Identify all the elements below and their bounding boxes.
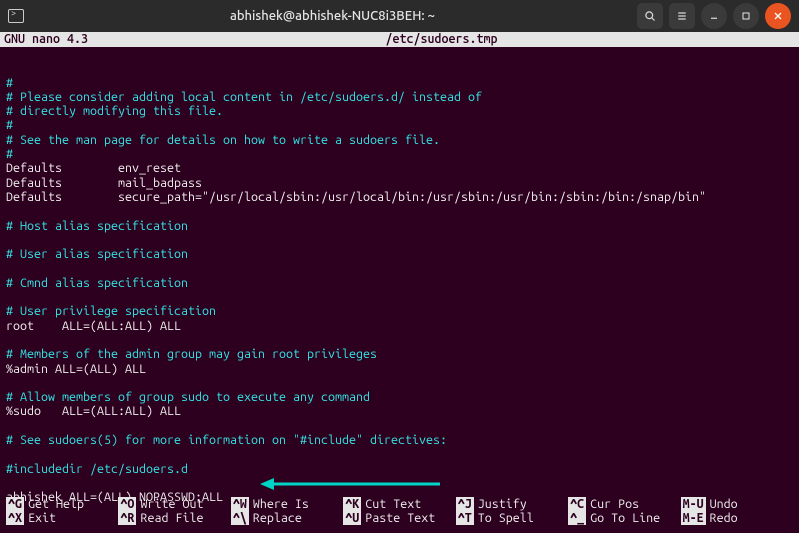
shortcut-key: ^C: [568, 497, 586, 511]
editor-line: #: [6, 147, 793, 161]
shortcut-label: Paste Text: [365, 511, 435, 525]
shortcut-item: M-E Redo: [681, 511, 793, 525]
shortcut-key: ^_: [568, 511, 586, 525]
editor-line: [6, 333, 793, 347]
editor-line: [6, 204, 793, 218]
shortcut-label: Go To Line: [590, 511, 660, 525]
shortcut-key: ^G: [6, 497, 24, 511]
editor-line: #: [6, 76, 793, 90]
editor-line: %admin ALL=(ALL) ALL: [6, 362, 793, 376]
menu-button[interactable]: [669, 3, 695, 29]
minimize-button[interactable]: [701, 3, 727, 29]
shortcut-key: ^X: [6, 511, 24, 525]
editor-line: Defaults secure_path="/usr/local/sbin:/u…: [6, 190, 793, 204]
shortcut-label: Read File: [140, 511, 203, 525]
shortcut-label: Replace: [253, 511, 302, 525]
nano-shortcut-bar: ^G Get Help ^O Write Out ^W Where Is ^K Cut Tex…: [0, 497, 799, 525]
shortcut-key: ^K: [343, 497, 361, 511]
shortcut-label: To Spell: [478, 511, 534, 525]
shortcut-item: ^X Exit: [6, 511, 118, 525]
shortcut-item: ^G Get Help: [6, 497, 118, 511]
editor-line: [6, 233, 793, 247]
editor-line: # Members of the admin group may gain ro…: [6, 347, 793, 361]
shortcut-key: ^T: [456, 511, 474, 525]
editor-line: # Please consider adding local content i…: [6, 90, 793, 104]
shortcut-key: ^U: [343, 511, 361, 525]
nano-status-bar: GNU nano 4.3 /etc/sudoers.tmp: [0, 32, 799, 47]
editor-line: #includedir /etc/sudoers.d: [6, 462, 793, 476]
shortcut-item: ^J Justify: [456, 497, 568, 511]
shortcut-label: Justify: [478, 497, 527, 511]
editor-line: Defaults mail_badpass: [6, 176, 793, 190]
shortcut-label: Where Is: [253, 497, 309, 511]
shortcut-item: ^C Cur Pos: [568, 497, 680, 511]
editor-line: #: [6, 118, 793, 132]
editor-line: # directly modifying this file.: [6, 104, 793, 118]
editor-content[interactable]: ## Please consider adding local content …: [0, 47, 799, 533]
shortcut-item: M-U Undo: [681, 497, 793, 511]
shortcut-key: ^\: [231, 511, 249, 525]
editor-line: [6, 376, 793, 390]
shortcut-key: ^O: [118, 497, 136, 511]
search-button[interactable]: [637, 3, 663, 29]
editor-line: Defaults env_reset: [6, 161, 793, 175]
editor-line: %sudo ALL=(ALL:ALL) ALL: [6, 404, 793, 418]
shortcut-item: ^W Where Is: [231, 497, 343, 511]
editor-line: # Host alias specification: [6, 219, 793, 233]
editor-line: [6, 476, 793, 490]
terminal-icon: [8, 9, 24, 23]
shortcut-key: M-E: [681, 511, 706, 525]
editor-line: root ALL=(ALL:ALL) ALL: [6, 319, 793, 333]
shortcut-key: ^W: [231, 497, 249, 511]
editor-line: # Allow members of group sudo to execute…: [6, 390, 793, 404]
shortcut-label: Get Help: [28, 497, 84, 511]
nano-version: GNU nano 4.3: [4, 32, 88, 47]
shortcut-item: ^R Read File: [118, 511, 230, 525]
editor-line: # User privilege specification: [6, 304, 793, 318]
shortcut-item: ^T To Spell: [456, 511, 568, 525]
editor-line: [6, 261, 793, 275]
shortcut-label: Write Out: [140, 497, 203, 511]
shortcut-key: M-U: [681, 497, 706, 511]
shortcut-item: ^O Write Out: [118, 497, 230, 511]
window-title: abhishek@abhishek-NUC8i3BEH: ~: [34, 9, 631, 23]
shortcut-key: ^J: [456, 497, 474, 511]
close-button[interactable]: [765, 3, 791, 29]
shortcut-label: Cur Pos: [590, 497, 639, 511]
shortcut-label: Exit: [28, 511, 56, 525]
shortcut-item: ^K Cut Text: [343, 497, 455, 511]
maximize-button[interactable]: [733, 3, 759, 29]
window-titlebar: abhishek@abhishek-NUC8i3BEH: ~: [0, 0, 799, 32]
editor-line: [6, 447, 793, 461]
shortcut-item: ^_ Go To Line: [568, 511, 680, 525]
shortcut-label: Cut Text: [365, 497, 421, 511]
editor-line: # User alias specification: [6, 247, 793, 261]
nano-filename: /etc/sudoers.tmp: [88, 32, 795, 47]
editor-line: # See the man page for details on how to…: [6, 133, 793, 147]
shortcut-label: Undo: [710, 497, 738, 511]
shortcut-item: ^U Paste Text: [343, 511, 455, 525]
editor-line: # Cmnd alias specification: [6, 276, 793, 290]
editor-line: [6, 290, 793, 304]
shortcut-key: ^R: [118, 511, 136, 525]
shortcut-item: ^\ Replace: [231, 511, 343, 525]
shortcut-label: Redo: [710, 511, 738, 525]
editor-line: [6, 419, 793, 433]
editor-line: # See sudoers(5) for more information on…: [6, 433, 793, 447]
